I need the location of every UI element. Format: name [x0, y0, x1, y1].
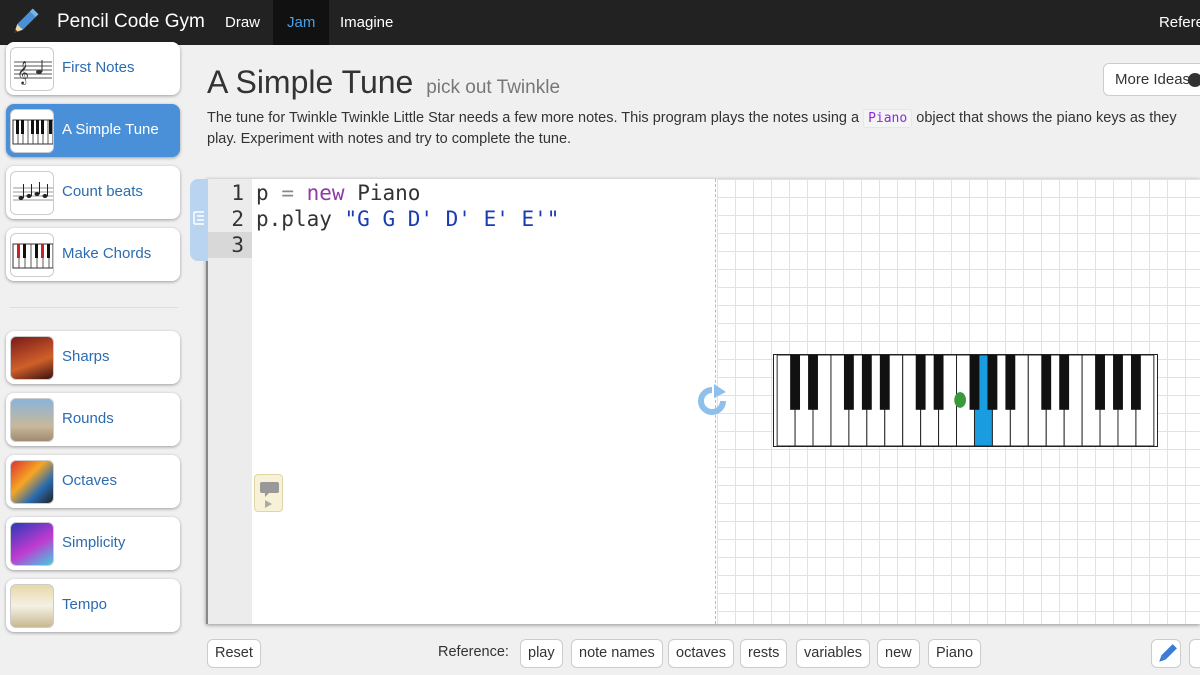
sidebar-item-label: Octaves [62, 472, 118, 489]
svg-text:𝄞: 𝄞 [17, 60, 29, 85]
undo-button[interactable] [1189, 639, 1200, 668]
piano-black-key [790, 355, 801, 410]
piano-black-key [915, 355, 926, 410]
code-token: = [281, 181, 294, 205]
code-line-2[interactable]: p.play "G G D' D' E' E'" [256, 206, 559, 232]
music-staff-notes-icon [10, 171, 54, 215]
lesson-description: The tune for Twinkle Twinkle Little Star… [207, 108, 1192, 150]
description-text: The tune for Twinkle Twinkle Little Star… [207, 110, 860, 126]
piano-keyboard [773, 354, 1158, 447]
sidebar-item-label: Sharps [62, 348, 110, 365]
lesson-sidebar: 𝄞 First Notes A Simple Tune Count beats [0, 42, 192, 675]
page-title: A Simple Tune pick out Twinkle [207, 64, 560, 101]
piano-black-key [987, 355, 998, 410]
sidebar-item-rounds[interactable]: Rounds [6, 393, 180, 446]
code-token: p [256, 181, 269, 205]
line-number: 1 [231, 181, 244, 205]
speech-bubble-icon [260, 482, 279, 508]
reference-new-button[interactable]: new [877, 639, 920, 668]
tempo-thumbnail-image [10, 584, 54, 628]
lesson-title: A Simple Tune [207, 64, 414, 100]
reference-label: Reference: [438, 644, 509, 660]
pencil-logo-icon[interactable] [8, 5, 42, 39]
line-number: 2 [231, 207, 244, 231]
line-number-gutter: 1 2 3 [208, 179, 252, 624]
piano-black-key [1113, 355, 1123, 410]
chat-hint-button[interactable] [254, 474, 283, 512]
turtle-icon [954, 392, 966, 408]
sidebar-divider [10, 307, 178, 308]
piano-black-key [933, 355, 944, 410]
piano-black-key [861, 355, 872, 410]
treble-clef-staff-icon: 𝄞 [10, 47, 54, 91]
reference-note-names-button[interactable]: note names [571, 639, 663, 668]
more-ideas-label: More Ideas [1115, 71, 1191, 88]
current-line-number: 3 [208, 232, 252, 258]
blocks-toggle-icon[interactable] [192, 209, 206, 225]
simplicity-thumbnail-image [10, 522, 54, 566]
reset-button[interactable]: Reset [207, 639, 261, 668]
sidebar-item-octaves[interactable]: Octaves [6, 455, 180, 508]
sidebar-item-label: Simplicity [62, 534, 126, 551]
piano-black-key [879, 355, 890, 410]
octaves-thumbnail-image [10, 460, 54, 504]
sidebar-item-simplicity[interactable]: Simplicity [6, 517, 180, 570]
sidebar-item-count-beats[interactable]: Count beats [6, 166, 180, 219]
code-keyword: new [306, 181, 345, 205]
code-token: p.play [256, 207, 332, 231]
tab-jam[interactable]: Jam [273, 0, 330, 45]
piano-black-key [843, 355, 854, 410]
code-string: "G G D' D' E' E'" [344, 207, 560, 231]
piano-black-key [1130, 355, 1141, 410]
piano-black-key [969, 355, 980, 410]
rounds-thumbnail-image [10, 398, 54, 442]
lesson-subtitle: pick out Twinkle [426, 77, 561, 98]
more-ideas-button[interactable]: More Ideas [1103, 63, 1200, 96]
sidebar-item-label: A Simple Tune [62, 121, 159, 138]
reference-play-button[interactable]: play [520, 639, 563, 668]
sidebar-item-tempo[interactable]: Tempo [6, 579, 180, 632]
edit-pencil-button[interactable] [1151, 639, 1181, 668]
tab-imagine[interactable]: Imagine [326, 0, 407, 45]
reference-rests-button[interactable]: rests [740, 639, 788, 668]
tab-draw[interactable]: Draw [211, 0, 274, 45]
reference-piano-button[interactable]: Piano [928, 639, 982, 668]
sidebar-item-sharps[interactable]: Sharps [6, 331, 180, 384]
sidebar-item-label: Count beats [62, 183, 143, 200]
reference-octaves-button[interactable]: octaves [668, 639, 734, 668]
piano-keys-icon [10, 109, 54, 153]
sidebar-item-make-chords[interactable]: Make Chords [6, 228, 180, 281]
sidebar-item-a-simple-tune[interactable]: A Simple Tune [6, 104, 180, 157]
app-title[interactable]: Pencil Code Gym [57, 11, 205, 33]
code-line-1[interactable]: p = new Piano [256, 180, 420, 206]
sharps-thumbnail-image [10, 336, 54, 380]
piano-black-key [1041, 355, 1052, 410]
piano-black-key [1095, 355, 1105, 410]
piano-black-key [808, 355, 818, 410]
reference-variables-button[interactable]: variables [796, 639, 871, 668]
piano-black-key [1059, 355, 1070, 410]
run-refresh-icon[interactable] [695, 384, 729, 418]
sidebar-item-first-notes[interactable]: 𝄞 First Notes [6, 42, 180, 95]
code-token: Piano [357, 181, 421, 205]
code-text-area[interactable]: p = new Piano p.play "G G D' D' E' E'" [252, 179, 716, 624]
sidebar-item-label: First Notes [62, 59, 135, 76]
nav-reference-link[interactable]: Refere [1159, 0, 1200, 45]
sidebar-item-label: Rounds [62, 410, 114, 427]
pencil-icon [1159, 644, 1177, 662]
sidebar-item-label: Make Chords [62, 245, 152, 262]
colored-piano-keys-icon [10, 233, 54, 277]
piano-black-key [1005, 355, 1016, 410]
top-bar: Pencil Code Gym Draw Jam Imagine Refere [0, 0, 1200, 45]
sidebar-item-label: Tempo [62, 596, 108, 613]
bottom-toolbar: Reset Reference: play note names octaves… [192, 630, 1200, 675]
arrow-circle-icon [1188, 73, 1200, 87]
description-code: Piano [863, 109, 913, 128]
